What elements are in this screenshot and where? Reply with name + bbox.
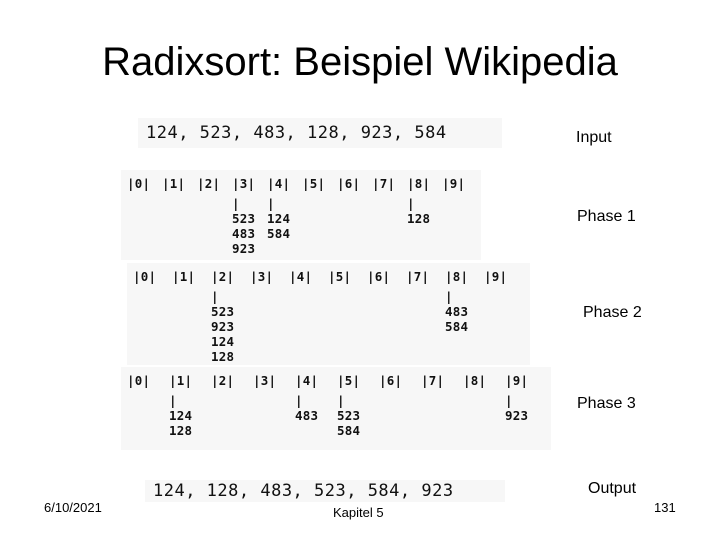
- output-sequence: 124, 128, 483, 523, 584, 923: [145, 480, 505, 502]
- bucket-2: |2|: [211, 269, 235, 284]
- bucket-9: |9|: [442, 176, 466, 191]
- bucket-1-contents: | 124 128: [169, 393, 193, 438]
- phase-2-label: Phase 2: [583, 304, 642, 321]
- bucket-8-contents: | 128: [407, 196, 431, 226]
- bucket-2: |2|: [211, 373, 235, 388]
- output-label: Output: [588, 480, 637, 497]
- bucket-3-contents: | 523 483 923: [232, 196, 256, 256]
- phase-3-buckets: |0| |1| |2| |3| |4| |5| |6| |7| |8| |9| | 124 128 |…: [127, 373, 547, 438]
- bucket-9: |9|: [484, 269, 508, 284]
- slide-title: Radixsort: Beispiel Wikipedia: [102, 40, 618, 84]
- bucket-6: |6|: [337, 176, 361, 191]
- bucket-3: |3|: [232, 176, 256, 191]
- bucket-2: |2|: [197, 176, 221, 191]
- bucket-3: |3|: [250, 269, 274, 284]
- bucket-9: |9|: [505, 373, 529, 388]
- bucket-1: |1|: [162, 176, 186, 191]
- footer-page-number: 131: [654, 500, 676, 515]
- bucket-7: |7|: [406, 269, 430, 284]
- phase-2-panel: |0| |1| |2| |3| |4| |5| |6| |7| |8| |9| | 523 923 …: [127, 263, 530, 365]
- bucket-3: |3|: [253, 373, 277, 388]
- bucket-2-contents: | 523 923 124 128: [211, 289, 235, 364]
- bucket-4: |4|: [289, 269, 313, 284]
- bucket-0: |0|: [133, 269, 157, 284]
- bucket-1: |1|: [169, 373, 193, 388]
- bucket-7: |7|: [372, 176, 396, 191]
- bucket-0: |0|: [127, 373, 151, 388]
- bucket-8: |8|: [407, 176, 431, 191]
- bucket-8: |8|: [463, 373, 487, 388]
- bucket-1: |1|: [172, 269, 196, 284]
- bucket-5-contents: | 523 584: [337, 393, 361, 438]
- bucket-8-contents: | 483 584: [445, 289, 469, 334]
- bucket-6: |6|: [379, 373, 403, 388]
- footer-date: 6/10/2021: [44, 500, 102, 515]
- phase-1-buckets: |0| |1| |2| |3| |4| |5| |6| |7| |8| |9| | 523 483 …: [127, 176, 477, 256]
- bucket-5: |5|: [337, 373, 361, 388]
- bucket-4: |4|: [295, 373, 319, 388]
- phase-1-panel: |0| |1| |2| |3| |4| |5| |6| |7| |8| |9| | 523 483 …: [121, 170, 481, 260]
- bucket-8: |8|: [445, 269, 469, 284]
- bucket-0: |0|: [127, 176, 151, 191]
- bucket-4: |4|: [267, 176, 291, 191]
- phase-1-label: Phase 1: [577, 208, 636, 225]
- bucket-5: |5|: [302, 176, 326, 191]
- bucket-7: |7|: [421, 373, 445, 388]
- phase-2-buckets: |0| |1| |2| |3| |4| |5| |6| |7| |8| |9| | 523 923 …: [133, 269, 523, 364]
- input-sequence: 124, 523, 483, 128, 923, 584: [138, 118, 502, 148]
- phase-3-label: Phase 3: [577, 395, 636, 412]
- bucket-4-contents: | 483: [295, 393, 319, 423]
- bucket-6: |6|: [367, 269, 391, 284]
- phase-3-panel: |0| |1| |2| |3| |4| |5| |6| |7| |8| |9| | 124 128 |…: [121, 367, 551, 450]
- input-label: Input: [576, 129, 612, 146]
- bucket-5: |5|: [328, 269, 352, 284]
- bucket-4-contents: | 124 584: [267, 196, 291, 241]
- bucket-9-contents: | 923: [505, 393, 529, 423]
- footer-chapter: Kapitel 5: [333, 505, 384, 520]
